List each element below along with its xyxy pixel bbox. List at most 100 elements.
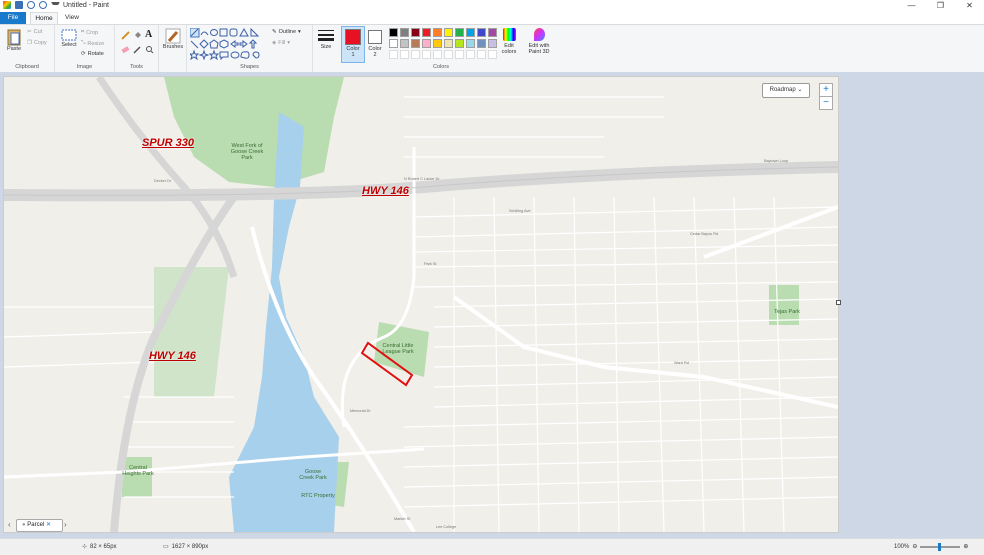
select-label: Select: [61, 42, 77, 48]
parcel-tab-label: Parcel: [27, 522, 45, 528]
lee-college-label: Lee College: [436, 525, 457, 529]
tab-file[interactable]: File: [0, 12, 26, 24]
parcel-tab[interactable]: ● Parcel ✕: [16, 519, 63, 532]
eraser-icon[interactable]: [121, 45, 130, 54]
palette-swatch[interactable]: [488, 28, 497, 37]
resize-button[interactable]: ⤡ Resize: [81, 40, 104, 47]
palette-swatch[interactable]: [466, 39, 475, 48]
minimize-button[interactable]: —: [897, 0, 926, 12]
palette-swatch[interactable]: [466, 28, 475, 37]
color-picker-icon[interactable]: [133, 45, 142, 54]
parcel-dot-icon: ●: [22, 522, 26, 528]
outline-label: Outline: [278, 29, 297, 35]
zoom-slider[interactable]: [920, 542, 961, 551]
brushes-button[interactable]: Brushes: [161, 28, 185, 50]
palette-swatch[interactable]: [400, 39, 409, 48]
zoom-in-icon[interactable]: ⊕: [963, 543, 968, 550]
color2-button[interactable]: Color 2: [365, 27, 385, 58]
resize-icon: ⤡: [81, 40, 86, 46]
palette-swatch[interactable]: [433, 50, 442, 59]
palette-swatch[interactable]: [433, 39, 442, 48]
market-st-label: Market St: [394, 517, 411, 521]
image-canvas[interactable]: SPUR 330 HWY 146 HWY 146 West Fork of Go…: [3, 76, 839, 533]
tools-group: A Tools: [115, 25, 159, 72]
maximize-button[interactable]: ❐: [926, 0, 955, 12]
undo-icon[interactable]: [27, 1, 35, 9]
palette-swatch[interactable]: [422, 39, 431, 48]
canvas-area[interactable]: SPUR 330 HWY 146 HWY 146 West Fork of Go…: [0, 72, 984, 538]
palette-swatch[interactable]: [433, 28, 442, 37]
close-button[interactable]: ✕: [955, 0, 984, 12]
canvas-resize-handle[interactable]: [836, 300, 841, 305]
customize-qat-icon[interactable]: [51, 2, 60, 8]
zoom-out-icon[interactable]: ⊖: [912, 543, 917, 550]
palette-swatch[interactable]: [477, 28, 486, 37]
pencil-icon[interactable]: [121, 31, 130, 40]
outline-icon: ✎: [272, 29, 277, 35]
palette-swatch[interactable]: [411, 28, 420, 37]
nav-next-arrow[interactable]: ›: [64, 520, 67, 529]
color2-label: Color 2: [368, 46, 382, 58]
fill-bucket-icon[interactable]: [133, 31, 142, 40]
palette-swatch[interactable]: [477, 50, 486, 59]
park-st-label: Park St: [424, 262, 437, 266]
text-tool-icon[interactable]: A: [145, 29, 152, 40]
image-group: Select ⌗ Crop ⤡ Resize ⟳ Rotate Image: [55, 25, 115, 72]
close-icon[interactable]: ✕: [46, 522, 51, 528]
tab-view[interactable]: View: [60, 12, 84, 24]
colors-group: Colors: [386, 25, 497, 72]
redo-icon[interactable]: [39, 1, 47, 9]
image-group-label: Image: [76, 64, 93, 70]
palette-swatch[interactable]: [422, 50, 431, 59]
title-bar: Untitled - Paint — ❐ ✕: [0, 0, 984, 12]
palette-swatch[interactable]: [455, 28, 464, 37]
chevron-down-icon: ▾: [287, 40, 291, 46]
palette-swatch[interactable]: [488, 39, 497, 48]
zoom-in-button[interactable]: +: [819, 83, 833, 97]
palette-swatch[interactable]: [389, 50, 398, 59]
copy-button[interactable]: ❐ Copy: [27, 40, 47, 46]
palette-swatch[interactable]: [444, 50, 453, 59]
size-button[interactable]: Size: [314, 28, 338, 50]
nav-prev-arrow[interactable]: ‹: [8, 520, 11, 529]
palette-swatch[interactable]: [444, 28, 453, 37]
tab-home[interactable]: Home: [30, 12, 58, 24]
edit-colors-button[interactable]: Edit colors: [498, 28, 520, 55]
palette-swatch[interactable]: [389, 39, 398, 48]
palette-swatch[interactable]: [488, 50, 497, 59]
outline-dropdown[interactable]: ✎ Outline ▾: [272, 29, 301, 35]
paint3d-button[interactable]: Edit with Paint 3D: [524, 28, 554, 55]
rotate-label: Rotate: [87, 51, 104, 57]
paste-button[interactable]: Paste: [3, 28, 25, 52]
decker-dr-label: Decker Dr: [154, 179, 172, 183]
palette-swatch[interactable]: [422, 28, 431, 37]
palette-swatch[interactable]: [444, 39, 453, 48]
palette-swatch[interactable]: [389, 28, 398, 37]
shapes-gallery[interactable]: [190, 28, 268, 60]
palette-swatch[interactable]: [455, 39, 464, 48]
crop-button[interactable]: ⌗ Crop: [81, 29, 98, 36]
image-size: ▭ 1627 × 890px: [163, 543, 208, 551]
palette-swatch[interactable]: [477, 39, 486, 48]
fill-dropdown[interactable]: ◈ Fill ▾: [272, 40, 290, 46]
select-button[interactable]: Select: [58, 28, 80, 48]
palette-swatch[interactable]: [455, 50, 464, 59]
ribbon-tabs: File Home View: [0, 12, 984, 24]
palette-swatch[interactable]: [400, 28, 409, 37]
palette-swatch[interactable]: [400, 50, 409, 59]
magnifier-icon[interactable]: [145, 45, 154, 54]
rotate-button[interactable]: ⟳ Rotate: [81, 51, 104, 57]
roadmap-dropdown[interactable]: Roadmap ⌄: [762, 83, 810, 98]
brush-icon: [165, 28, 181, 44]
save-icon[interactable]: [15, 1, 23, 9]
zoom-out-button[interactable]: −: [819, 96, 833, 110]
clipboard-group: Paste ✂ Cut ❐ Copy Clipboard: [0, 25, 55, 72]
palette-swatch[interactable]: [411, 39, 420, 48]
cut-button[interactable]: ✂ Cut: [27, 29, 42, 35]
size-label: Size: [320, 44, 332, 50]
color1-button[interactable]: Color 1: [341, 26, 365, 63]
cursor-icon: ⊹: [82, 544, 88, 550]
zoom-slider-thumb[interactable]: [938, 542, 942, 551]
palette-swatch[interactable]: [411, 50, 420, 59]
palette-swatch[interactable]: [466, 50, 475, 59]
